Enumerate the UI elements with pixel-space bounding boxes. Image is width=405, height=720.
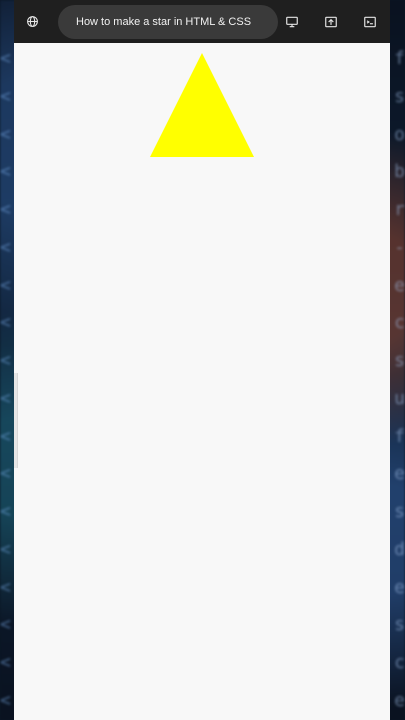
share-icon[interactable] [321,12,341,32]
browser-header: How to make a star in HTML & CSS [14,0,390,43]
address-bar[interactable]: How to make a star in HTML & CSS [58,4,278,39]
header-actions [282,12,380,32]
terminal-icon[interactable] [360,12,380,32]
background-code-right: fsobr- ecsufe sdesce [394,48,405,711]
yellow-triangle [150,53,254,157]
tab-title: How to make a star in HTML & CSS [76,15,252,28]
page-viewport [14,43,390,720]
globe-icon[interactable] [22,12,42,32]
monitor-icon[interactable] [282,12,302,32]
scroll-edge-handle[interactable] [14,373,18,468]
background-code-left: < < < < < < < < < < < < < < < < < < [0,48,11,711]
